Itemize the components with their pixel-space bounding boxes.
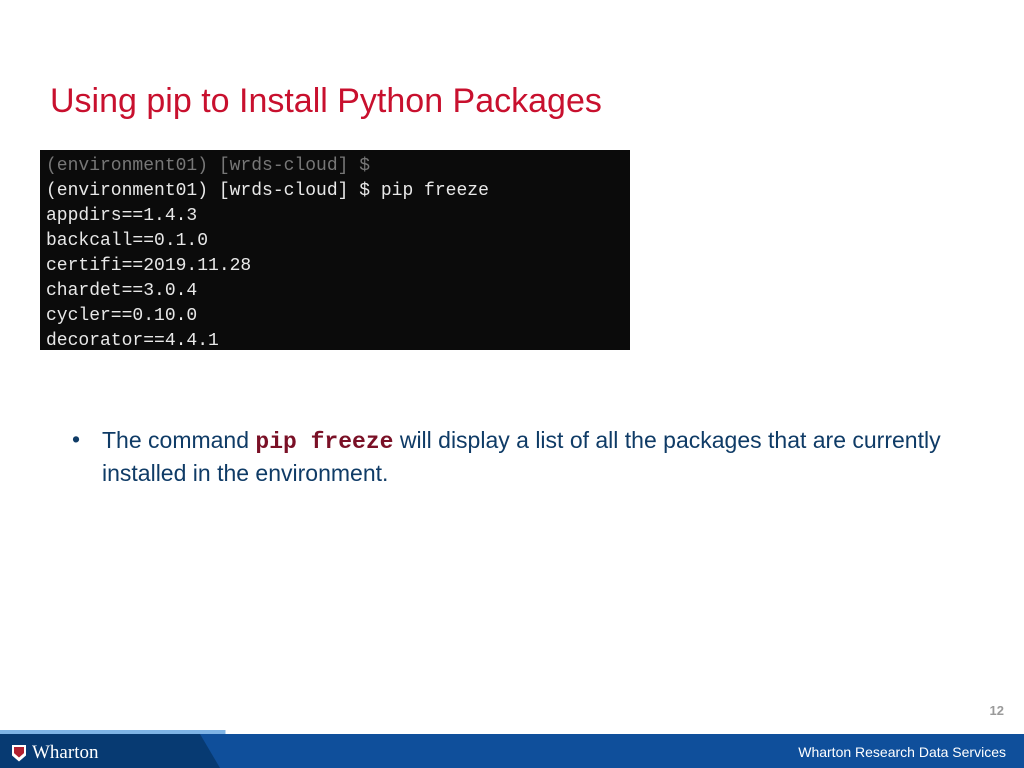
slide-title: Using pip to Install Python Packages bbox=[50, 82, 602, 121]
bullet-list: The command pip freeze will display a li… bbox=[72, 425, 984, 489]
terminal-output-line: appdirs==1.4.3 bbox=[46, 206, 197, 226]
footer-right-text: Wharton Research Data Services bbox=[798, 744, 1006, 760]
page-number: 12 bbox=[990, 703, 1004, 718]
terminal-output-line: decorator==4.4.1 bbox=[46, 331, 219, 350]
footer-bar: Wharton Wharton Research Data Services bbox=[0, 734, 1024, 768]
bullet-code: pip freeze bbox=[255, 429, 393, 455]
terminal-output-line: certifi==2019.11.28 bbox=[46, 256, 251, 276]
bullet-text-pre: The command bbox=[102, 427, 255, 453]
wharton-logo: Wharton bbox=[12, 742, 98, 764]
logo-text: Wharton bbox=[32, 742, 98, 764]
shield-icon bbox=[12, 745, 26, 762]
terminal-output-line: chardet==3.0.4 bbox=[46, 281, 197, 301]
terminal-line-truncated: (environment01) [wrds-cloud] $ bbox=[46, 156, 370, 176]
terminal-prompt-line: (environment01) [wrds-cloud] $ pip freez… bbox=[46, 181, 489, 201]
terminal-output-line: backcall==0.1.0 bbox=[46, 231, 208, 251]
bullet-item: The command pip freeze will display a li… bbox=[72, 425, 984, 489]
terminal-screenshot: (environment01) [wrds-cloud] $ (environm… bbox=[40, 150, 630, 350]
terminal-output-line: cycler==0.10.0 bbox=[46, 306, 197, 326]
